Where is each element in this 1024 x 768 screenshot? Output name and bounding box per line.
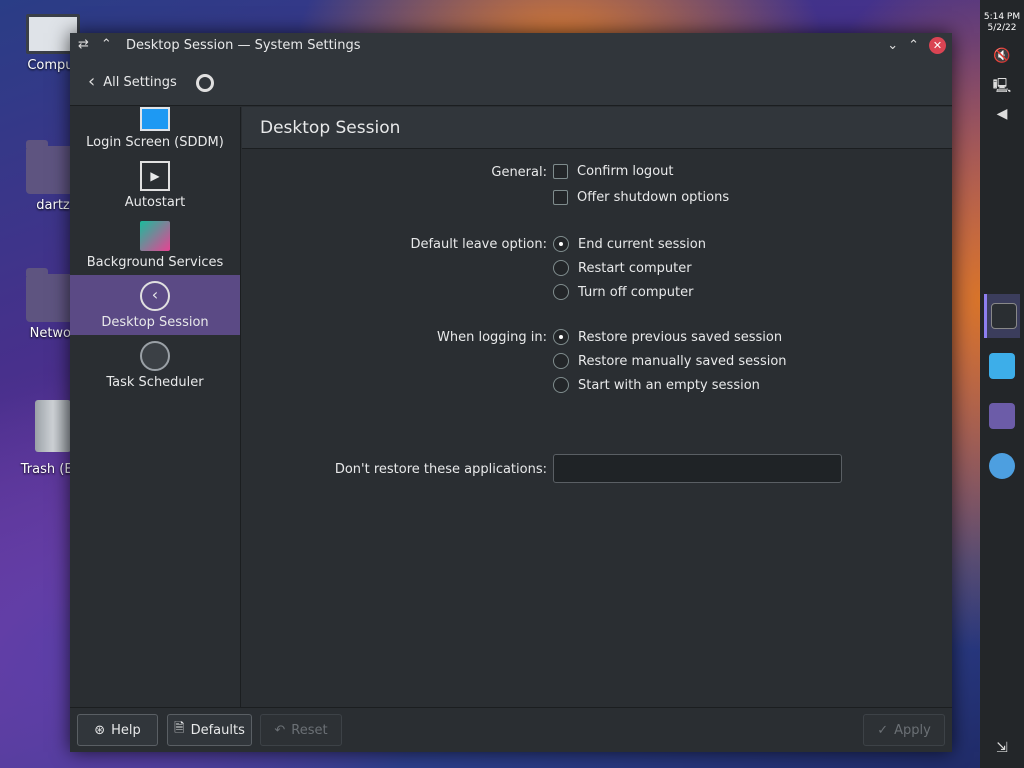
radio-start-empty[interactable]: Start with an empty session xyxy=(553,377,760,393)
all-settings-label: All Settings xyxy=(103,74,177,90)
close-icon[interactable]: ✕ xyxy=(929,37,946,54)
taskbar-panel: 5:14 PM 5/2/22 🔇 🖳 ◀ ⇲ xyxy=(980,0,1024,768)
leave-option-label: Default leave option: xyxy=(410,237,547,252)
trash-icon xyxy=(35,400,71,452)
help-icon: ⊛ xyxy=(94,722,106,738)
radio-button xyxy=(553,236,569,252)
radio-restore-manual[interactable]: Restore manually saved session xyxy=(553,353,787,369)
sidebar-item-label: Background Services xyxy=(86,255,224,270)
exclude-apps-label: Don't restore these applications: xyxy=(334,462,547,477)
page-title: Desktop Session xyxy=(242,107,952,149)
sidebar-item-autostart[interactable]: ▶ Autostart xyxy=(70,155,240,215)
maximize-icon[interactable]: ⌃ xyxy=(908,38,919,53)
radio-button xyxy=(553,329,569,345)
chevron-left-icon: ‹ xyxy=(88,71,96,92)
logging-in-label: When logging in: xyxy=(437,330,547,345)
system-settings-window: ⇄ ⌃ Desktop Session — System Settings ⌄ … xyxy=(70,33,952,752)
option-label: Confirm logout xyxy=(577,164,674,179)
task-settings-gear[interactable] xyxy=(984,444,1020,488)
gear-icon xyxy=(989,453,1015,479)
radio-restore-previous[interactable]: Restore previous saved session xyxy=(553,329,782,345)
checkmark-icon: ✓ xyxy=(877,722,889,738)
option-label: Restore manually saved session xyxy=(578,353,787,369)
apply-label: Apply xyxy=(894,722,931,738)
bell-icon xyxy=(140,221,170,251)
document-icon: 🗎 xyxy=(174,721,185,736)
clock-time: 5:14 PM xyxy=(983,12,1021,22)
general-label: General: xyxy=(491,165,547,180)
radio-restart[interactable]: Restart computer xyxy=(553,260,692,276)
help-lifebuoy-icon[interactable] xyxy=(196,74,214,92)
sidebar-item-label: Task Scheduler xyxy=(106,375,204,390)
help-button[interactable]: ⊛ Help xyxy=(77,714,158,746)
reset-label: Reset xyxy=(291,722,328,738)
titlebar[interactable]: ⇄ ⌃ Desktop Session — System Settings ⌄ … xyxy=(70,33,952,60)
radio-button xyxy=(553,284,569,300)
radio-button xyxy=(553,353,569,369)
settings-content: Desktop Session General: Confirm logout … xyxy=(242,107,952,707)
toolbar: ‹ All Settings xyxy=(70,60,952,106)
back-circle-icon: ‹ xyxy=(140,281,170,311)
reset-button[interactable]: ↶ Reset xyxy=(260,714,342,746)
sidebar-item-label: Autostart xyxy=(124,195,186,210)
offer-shutdown-checkbox[interactable]: Offer shutdown options xyxy=(553,190,729,205)
option-label: Turn off computer xyxy=(578,284,694,300)
confirm-logout-checkbox[interactable]: Confirm logout xyxy=(553,164,673,179)
sidebar-item-label: Login Screen (SDDM) xyxy=(86,135,224,150)
category-sidebar: Login Screen (SDDM) ▶ Autostart Backgrou… xyxy=(70,107,241,707)
folder-manager-icon xyxy=(989,403,1015,429)
play-icon: ▶ xyxy=(140,161,170,191)
sidebar-item-login-screen[interactable]: Login Screen (SDDM) xyxy=(70,101,240,155)
defaults-button[interactable]: 🗎 Defaults xyxy=(167,714,252,746)
clock[interactable]: 5:14 PM 5/2/22 xyxy=(980,12,1024,34)
radio-button xyxy=(553,260,569,276)
volume-muted-icon[interactable]: 🔇 xyxy=(992,46,1012,66)
help-label: Help xyxy=(111,722,141,738)
radio-button xyxy=(553,377,569,393)
window-title: Desktop Session — System Settings xyxy=(126,38,361,53)
radio-end-session[interactable]: End current session xyxy=(553,236,706,252)
discover-store-icon xyxy=(989,353,1015,379)
sidebar-item-task-scheduler[interactable]: Task Scheduler xyxy=(70,335,240,395)
monitor-icon xyxy=(140,107,170,131)
undo-icon: ↶ xyxy=(274,722,286,738)
clock-icon xyxy=(140,341,170,371)
option-label: Restore previous saved session xyxy=(578,329,783,345)
task-system-settings[interactable] xyxy=(984,294,1020,338)
sidebar-item-label: Desktop Session xyxy=(101,315,209,330)
all-settings-button[interactable]: ‹ All Settings xyxy=(88,71,177,92)
footer-buttons: ⊛ Help 🗎 Defaults ↶ Reset ✓ Apply xyxy=(70,707,952,752)
sidebar-item-background-services[interactable]: Background Services xyxy=(70,215,240,275)
option-label: Offer shutdown options xyxy=(577,190,730,205)
task-dolphin[interactable] xyxy=(984,394,1020,438)
checkbox-box xyxy=(553,190,568,205)
checkbox-box xyxy=(553,164,568,179)
system-settings-icon xyxy=(990,303,1017,329)
task-discover[interactable] xyxy=(984,344,1020,388)
panel-config-icon[interactable]: ⇲ xyxy=(992,738,1012,758)
keep-above-icon[interactable]: ⌃ xyxy=(101,37,112,52)
apply-button[interactable]: ✓ Apply xyxy=(863,714,945,746)
window-menu-icon[interactable]: ⇄ xyxy=(78,37,89,52)
clock-date: 5/2/22 xyxy=(987,23,1017,33)
sidebar-item-desktop-session[interactable]: ‹ Desktop Session xyxy=(70,275,240,335)
defaults-label: Defaults xyxy=(190,722,245,738)
tray-expand-icon[interactable]: ◀ xyxy=(992,104,1012,124)
network-icon[interactable]: 🖳 xyxy=(992,76,1012,96)
option-label: Start with an empty session xyxy=(578,377,760,393)
option-label: End current session xyxy=(578,236,706,252)
radio-turn-off[interactable]: Turn off computer xyxy=(553,284,693,300)
option-label: Restart computer xyxy=(578,260,692,276)
exclude-apps-input[interactable] xyxy=(553,454,842,483)
minimize-icon[interactable]: ⌄ xyxy=(887,38,898,53)
